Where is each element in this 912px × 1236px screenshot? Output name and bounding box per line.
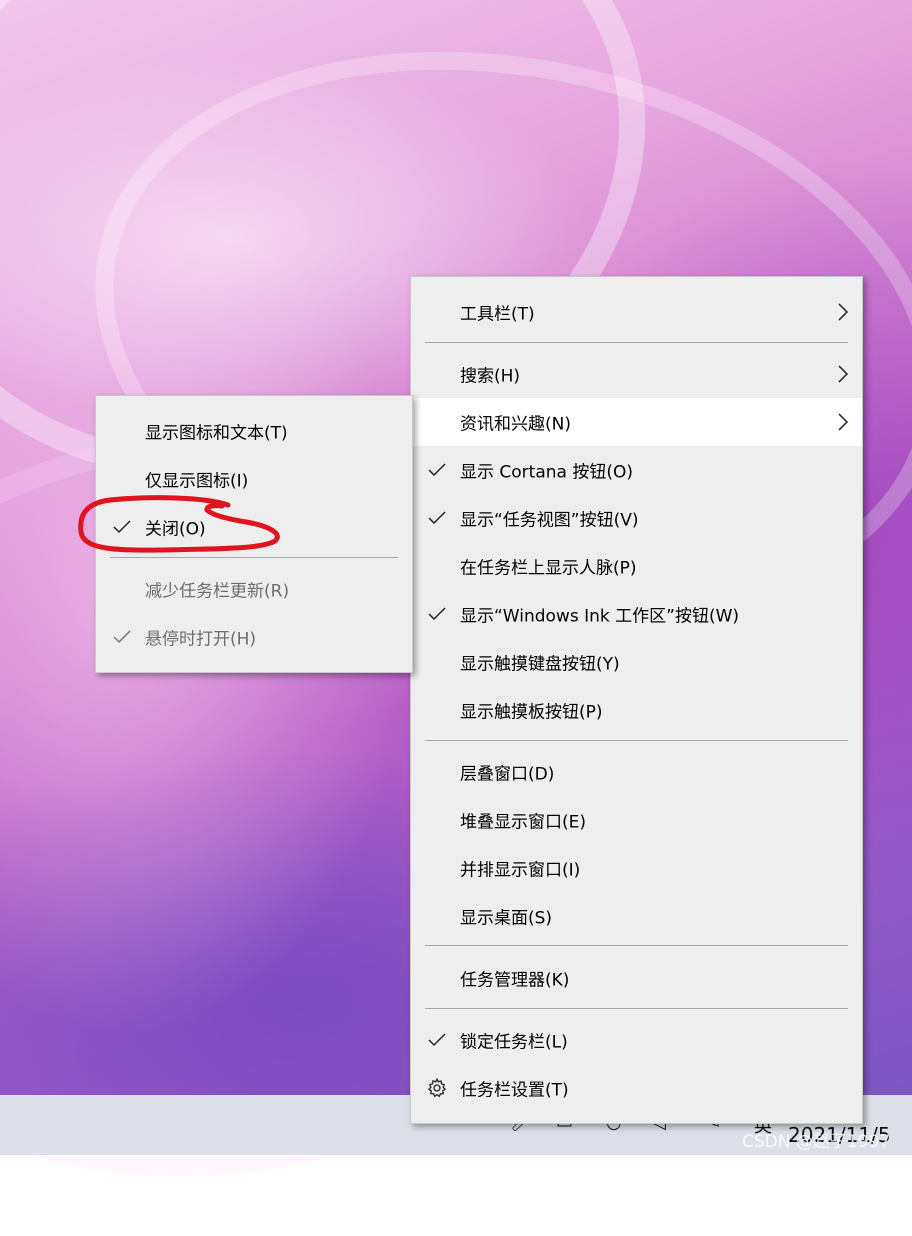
menu-item-lock-taskbar[interactable]: 锁定任务栏(L) [411,1016,862,1064]
menu-item-label: 并排显示窗口(I) [460,860,581,881]
menu-item-label: 任务管理器(K) [460,970,570,991]
menu-item-show-cortana-button[interactable]: 显示 Cortana 按钮(O) [411,446,862,494]
menu-item-label: 显示“任务视图”按钮(V) [460,510,639,531]
menu-separator [425,1008,848,1009]
menu-separator [425,342,848,343]
menu-item-label: 搜索(H) [460,366,521,387]
menu-item-label: 堆叠显示窗口(E) [460,812,587,833]
menu-item-toolbars[interactable]: 工具栏(T) [411,288,862,336]
menu-item-label: 显示 Cortana 按钮(O) [460,462,633,483]
menu-item-side-by-side-windows[interactable]: 并排显示窗口(I) [411,844,862,892]
menu-item-label: 悬停时打开(H) [145,629,257,650]
watermark: CSDN @赵子1997 [742,1132,891,1152]
news-and-interests-submenu: 显示图标和文本(T) 仅显示图标(I) 关闭(O) 减少任务栏更新(R) 悬停时… [95,395,413,673]
menu-item-stack-windows[interactable]: 堆叠显示窗口(E) [411,796,862,844]
menu-item-label: 显示触摸键盘按钮(Y) [460,654,620,675]
checkmark-icon [428,607,446,621]
submenu-item-show-icon-and-text[interactable]: 显示图标和文本(T) [96,407,412,455]
submenu-item-show-icon-only[interactable]: 仅显示图标(I) [96,455,412,503]
menu-separator [425,740,848,741]
menu-separator [425,945,848,946]
menu-item-show-windows-ink-button[interactable]: 显示“Windows Ink 工作区”按钮(W) [411,590,862,638]
checkmark-icon [113,520,131,534]
chevron-right-icon [838,413,849,431]
menu-item-label: 显示桌面(S) [460,908,553,929]
checkmark-icon [428,1033,446,1047]
menu-item-label: 任务栏设置(T) [460,1080,569,1101]
menu-item-label: 锁定任务栏(L) [460,1032,568,1053]
menu-item-label: 层叠窗口(D) [460,764,555,785]
menu-item-show-touch-keyboard-button[interactable]: 显示触摸键盘按钮(Y) [411,638,862,686]
menu-item-label: 显示“Windows Ink 工作区”按钮(W) [460,606,740,627]
menu-item-label: 资讯和兴趣(N) [460,414,571,435]
chevron-right-icon [838,303,849,321]
menu-item-show-desktop[interactable]: 显示桌面(S) [411,892,862,940]
checkmark-icon [428,511,446,525]
menu-item-label: 在任务栏上显示人脉(P) [460,558,637,579]
menu-item-show-touchpad-button[interactable]: 显示触摸板按钮(P) [411,686,862,734]
menu-item-label: 显示图标和文本(T) [145,423,288,444]
submenu-item-reduce-taskbar-updates: 减少任务栏更新(R) [96,565,412,613]
taskbar-context-menu: 工具栏(T) 搜索(H) 资讯和兴趣(N) 显示 Cortana 按钮(O) 显… [410,276,863,1124]
submenu-item-open-on-hover: 悬停时打开(H) [96,613,412,661]
checkmark-icon [113,630,131,644]
menu-item-taskbar-settings[interactable]: 任务栏设置(T) [411,1064,862,1112]
menu-separator [110,557,398,558]
menu-item-search[interactable]: 搜索(H) [411,350,862,398]
menu-item-show-task-view-button[interactable]: 显示“任务视图”按钮(V) [411,494,862,542]
menu-item-label: 减少任务栏更新(R) [145,581,290,602]
chevron-right-icon [838,365,849,383]
menu-item-show-people[interactable]: 在任务栏上显示人脉(P) [411,542,862,590]
menu-item-label: 关闭(O) [145,519,206,540]
menu-item-label: 工具栏(T) [460,304,535,325]
menu-item-label: 仅显示图标(I) [145,471,249,492]
menu-item-news-and-interests[interactable]: 资讯和兴趣(N) [411,398,862,446]
submenu-item-turn-off[interactable]: 关闭(O) [96,503,412,551]
menu-item-task-manager[interactable]: 任务管理器(K) [411,954,862,1002]
menu-item-label: 显示触摸板按钮(P) [460,702,603,723]
menu-item-cascade-windows[interactable]: 层叠窗口(D) [411,748,862,796]
gear-icon [427,1077,447,1098]
checkmark-icon [428,463,446,477]
